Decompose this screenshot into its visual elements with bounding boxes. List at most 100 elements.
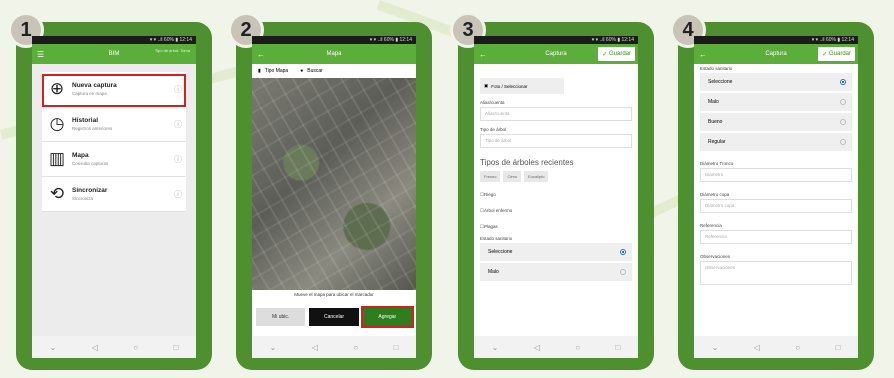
save-button[interactable]: ✓ Guardar (818, 47, 855, 61)
recent-apps-icon[interactable]: □ (173, 343, 178, 352)
step-panel-4: 4 ▾ ▾ ..il 60% ▮ 12:14 ← Captura ✓ Guard… (670, 12, 874, 370)
save-button[interactable]: ✓ Guardar (598, 47, 635, 61)
recent-type-chip[interactable]: Eucalipto (524, 171, 549, 182)
back-icon[interactable]: ◁ (754, 343, 760, 352)
map-hint: Mueve el mapa para ubicar el marcador (294, 292, 374, 297)
radio-selected-icon (840, 79, 846, 85)
alias-input[interactable]: Alias/cuenta (480, 107, 632, 121)
field-label: Tipo de árbol (480, 127, 507, 132)
map-action-buttons: Mi ubic. Cancelar Agregar (256, 306, 414, 328)
checkbox-label: Riego (484, 192, 496, 197)
status-bar: ▾ ▾ ..il 60% ▮ 12:14 (694, 36, 858, 44)
radio-label: Malo (708, 99, 719, 105)
camera-icon: ▣ (484, 83, 489, 88)
radio-option[interactable]: Malo (480, 263, 632, 281)
step-panel-1: 1 ▾ ▾ ..il 60% ▮ 12:14 ☰ BIM Tipo de árb… (8, 12, 212, 370)
main-menu: ⊕ Nueva captura Captura en mapa ⓘ ◷ Histo… (42, 72, 186, 212)
radio-label: Seleccione (488, 249, 513, 255)
back-icon[interactable]: ◁ (534, 343, 540, 352)
map-type-icon: ▮ (258, 68, 261, 74)
my-location-button[interactable]: Mi ubic. (256, 308, 306, 326)
check-icon: ✓ (602, 51, 608, 58)
radio-icon (840, 99, 846, 105)
capture-form: Estado sanitario Seleccione Malo Bueno R… (694, 64, 858, 285)
recent-type-chip[interactable]: Olmo (503, 171, 522, 182)
reference-input[interactable]: Referencia (700, 230, 852, 244)
map-type-button[interactable]: Tipo Mapa (265, 68, 288, 74)
field-label: Diámetro copa (700, 192, 730, 197)
photo-label: Foto / Seleccionar (491, 83, 528, 89)
recent-type-chip[interactable]: Fresno (480, 171, 501, 182)
field-label: Alias/cuenta (480, 100, 505, 105)
satellite-map[interactable] (252, 78, 416, 290)
android-nav-bar: ⌄ ◁ ○ □ (32, 336, 196, 358)
nav-extra-icon[interactable]: ⌄ (492, 343, 499, 352)
field-label: Estado sanitario (480, 236, 513, 241)
tree-type-input[interactable]: Tipo de árbol (480, 134, 632, 148)
recent-types-title: Tipos de árboles recientes (480, 158, 574, 167)
menu-item-nueva-captura[interactable]: ⊕ Nueva captura Captura en mapa ⓘ (42, 72, 186, 107)
info-icon[interactable]: ⓘ (174, 119, 186, 130)
sync-icon: ⟲ (49, 184, 65, 203)
observations-input[interactable]: Observaciones (700, 261, 852, 285)
phone-screen: ▾ ▾ ..il 60% ▮ 12:14 ← Mapa ▮ Tipo Mapa … (252, 36, 416, 358)
radio-label: Malo (488, 269, 499, 275)
photo-button[interactable]: ▣ Foto / Seleccionar (480, 78, 564, 94)
home-icon[interactable]: ○ (795, 343, 800, 352)
field-label: Referencia (700, 223, 722, 228)
radio-icon (620, 269, 626, 275)
checkbox-riego[interactable]: ☐Riego (480, 192, 632, 198)
home-icon[interactable]: ○ (133, 343, 138, 352)
radio-option[interactable]: Seleccione (480, 243, 632, 261)
radio-label: Seleccione (708, 79, 733, 85)
info-icon[interactable]: ⓘ (174, 189, 186, 200)
crown-diameter-input[interactable]: Diámetro copa (700, 199, 852, 213)
menu-item-sub: Registros anteriores (72, 126, 113, 131)
radio-label: Bueno (708, 119, 723, 125)
nav-extra-icon[interactable]: ⌄ (712, 343, 719, 352)
search-button[interactable]: Buscar (307, 68, 323, 74)
app-bar: ← Captura ✓ Guardar (694, 44, 858, 64)
field-label: Observaciones (700, 254, 731, 259)
home-icon[interactable]: ○ (353, 343, 358, 352)
menu-item-mapa[interactable]: ▥ Mapa Consulta capturas ⓘ (42, 142, 186, 177)
menu-item-sincronizar[interactable]: ⟲ Sincronizar Sincroniza ⓘ (42, 177, 186, 212)
cancel-button[interactable]: Cancelar (309, 308, 359, 326)
step-panel-2: 2 ▾ ▾ ..il 60% ▮ 12:14 ← Mapa ▮ Tipo Map… (228, 12, 432, 370)
radio-option[interactable]: Bueno (700, 113, 852, 131)
back-icon[interactable]: ◁ (92, 343, 98, 352)
nav-extra-icon[interactable]: ⌄ (270, 343, 277, 352)
radio-option[interactable]: Seleccione (700, 73, 852, 91)
add-button[interactable]: Agregar (360, 306, 414, 328)
field-label: Diámetro Tronco (700, 161, 734, 166)
highlight-box (42, 74, 186, 107)
recent-types-chips: Fresno Olmo Eucalipto (480, 171, 632, 182)
app-bar: ☰ BIM Tipo de árbol: Toma (32, 44, 196, 64)
radio-option[interactable]: Malo (700, 93, 852, 111)
status-bar: ▾ ▾ ..il 60% ▮ 12:14 (32, 36, 196, 44)
menu-item-historial[interactable]: ◷ Historial Registros anteriores ⓘ (42, 107, 186, 142)
recent-apps-icon[interactable]: □ (393, 343, 398, 352)
check-icon: ✓ (822, 51, 828, 58)
recent-apps-icon[interactable]: □ (615, 343, 620, 352)
history-icon: ◷ (49, 114, 65, 133)
radio-option[interactable]: Regular (700, 133, 852, 151)
trunk-diameter-input[interactable]: Diámetro (700, 168, 852, 182)
checkbox-plagas[interactable]: ☐Plagas (480, 224, 632, 230)
radio-icon (840, 119, 846, 125)
status-bar: ▾ ▾ ..il 60% ▮ 12:14 (252, 36, 416, 44)
status-bar: ▾ ▾ ..il 60% ▮ 12:14 (474, 36, 638, 44)
capture-form: ▣ Foto / Seleccionar Alias/cuenta Alias/c… (474, 64, 638, 281)
search-icon: ● (300, 68, 304, 74)
phone-screen: ▾ ▾ ..il 60% ▮ 12:14 ← Captura ✓ Guardar… (474, 36, 638, 358)
recent-apps-icon[interactable]: □ (835, 343, 840, 352)
home-icon[interactable]: ○ (575, 343, 580, 352)
save-label: Guardar (828, 51, 851, 57)
back-icon[interactable]: ◁ (312, 343, 318, 352)
nav-extra-icon[interactable]: ⌄ (50, 343, 57, 352)
checkbox-enfermo[interactable]: ☐Árbol enfermo (480, 208, 632, 214)
step-panel-3: 3 ▾ ▾ ..il 60% ▮ 12:14 ← Captura ✓ Guard… (450, 12, 654, 370)
menu-item-sub: Consulta capturas (72, 161, 109, 166)
info-icon[interactable]: ⓘ (174, 154, 186, 165)
save-label: Guardar (608, 51, 631, 57)
